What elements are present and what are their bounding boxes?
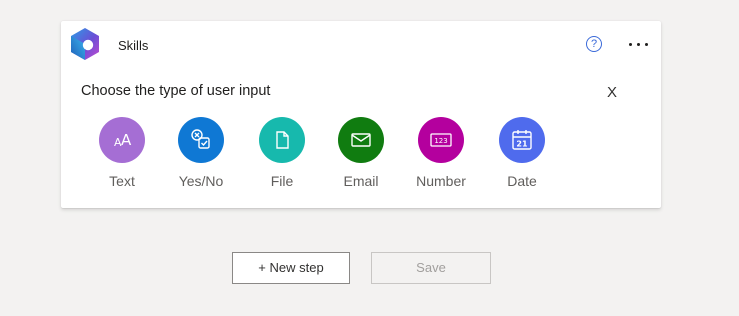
- yes-no-icon: [191, 129, 210, 149]
- prompt-heading: Choose the type of user input: [81, 83, 271, 99]
- option-label: Date: [507, 173, 537, 189]
- date-option-circle: 21: [499, 117, 545, 163]
- calendar-icon: 21: [512, 130, 532, 150]
- text-input-icon: A A: [114, 131, 132, 149]
- date-icon-text: 21: [516, 140, 528, 149]
- help-icon[interactable]: ?: [586, 36, 602, 52]
- file-icon: [276, 131, 289, 149]
- email-icon: [351, 133, 371, 147]
- close-button[interactable]: X: [607, 84, 617, 101]
- number-icon-text: 123: [434, 137, 447, 145]
- file-option-circle: [259, 117, 305, 163]
- option-file[interactable]: File: [242, 117, 322, 189]
- number-option-circle: 123: [418, 117, 464, 163]
- more-options-icon[interactable]: [627, 34, 651, 54]
- option-label: Yes/No: [178, 173, 224, 189]
- input-type-card: Skills ? Choose the type of user input X…: [61, 21, 661, 208]
- option-label: File: [270, 173, 294, 189]
- option-text[interactable]: A A Text: [82, 117, 162, 189]
- svg-text:A: A: [121, 131, 132, 149]
- new-step-button[interactable]: + New step: [232, 252, 350, 284]
- card-title: Skills: [118, 38, 149, 53]
- option-label: Email: [343, 173, 379, 189]
- option-label: Text: [109, 173, 135, 189]
- yes-no-option-circle: [178, 117, 224, 163]
- save-button[interactable]: Save: [371, 252, 491, 284]
- option-yes-no[interactable]: Yes/No: [161, 117, 241, 189]
- option-date[interactable]: 21 Date: [482, 117, 562, 189]
- text-option-circle: A A: [99, 117, 145, 163]
- option-label: Number: [416, 173, 466, 189]
- option-number[interactable]: 123 Number: [401, 117, 481, 189]
- skills-logo-icon: [71, 28, 99, 60]
- option-email[interactable]: Email: [321, 117, 401, 189]
- number-icon: 123: [430, 133, 452, 147]
- email-option-circle: [338, 117, 384, 163]
